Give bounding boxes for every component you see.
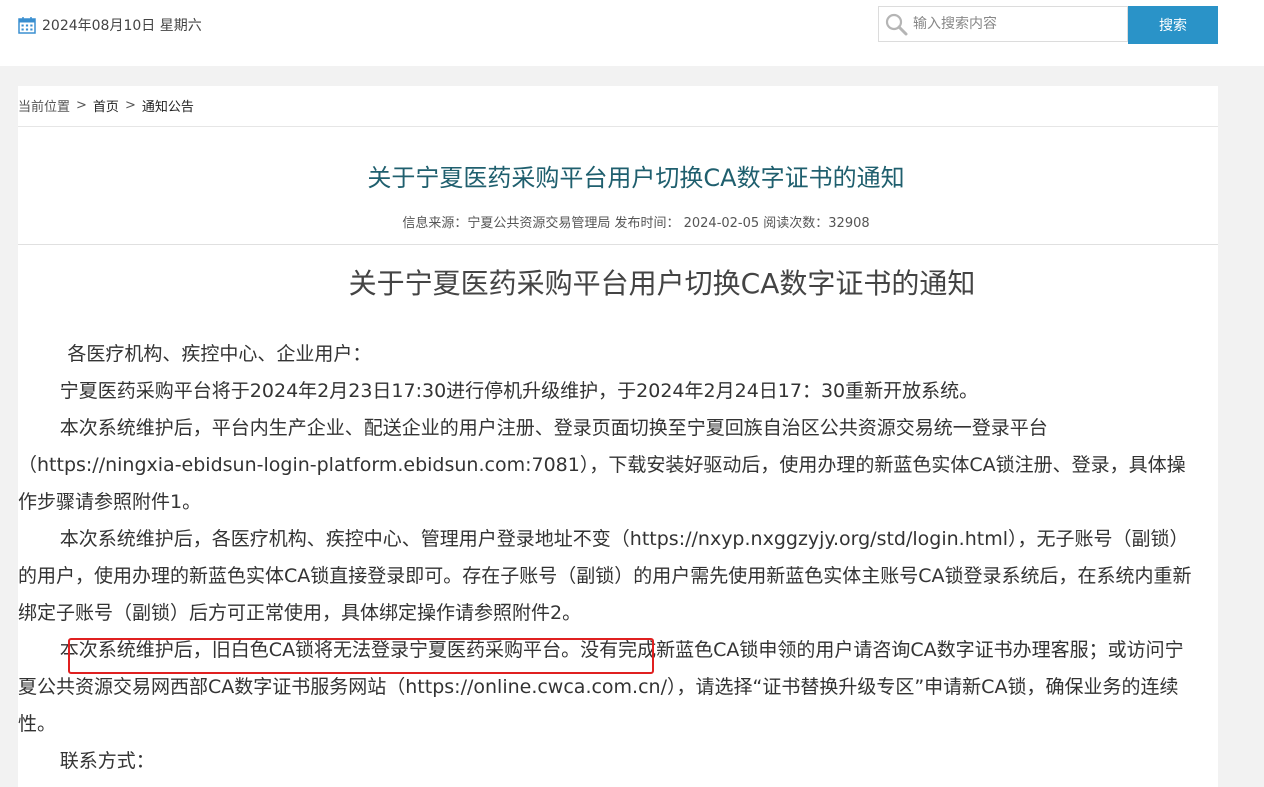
- breadcrumb-separator: >: [76, 98, 87, 113]
- breadcrumb-home-link[interactable]: 首页: [93, 96, 119, 115]
- article-meta: 信息来源：宁夏公共资源交易管理局 发布时间： 2024-02-05 阅读次数：3…: [402, 216, 870, 231]
- breadcrumb-divider: [18, 126, 1218, 127]
- paragraph-medical-login: 本次系统维护后，各医疗机构、疾控中心、管理用户登录地址不变（https://nx…: [18, 528, 1192, 624]
- breadcrumb-notices-link[interactable]: 通知公告: [142, 96, 194, 115]
- breadcrumb-prefix: 当前位置: [18, 100, 71, 115]
- header-divider: [18, 244, 1218, 245]
- search-button[interactable]: 搜索: [1128, 6, 1218, 44]
- main-content: 当前位置 > 首页 > 通知公告 关于宁夏医药采购平台用户切换CA数字证书的通知…: [18, 86, 1218, 787]
- article-title: 关于宁夏医药采购平台用户切换CA数字证书的通知: [367, 164, 905, 192]
- paragraph-maintenance: 宁夏医药采购平台将于2024年2月23日17:30进行停机升级维护，于2024年…: [59, 380, 979, 402]
- search-icon: [883, 11, 909, 37]
- top-bar: 2024年08月10日 星期六 搜索: [0, 0, 1264, 66]
- paragraph-enterprise-login: 本次系统维护后，平台内生产企业、配送企业的用户注册、登录页面切换至宁夏回族自治区…: [18, 417, 1186, 513]
- search-box: [878, 6, 1128, 42]
- paragraph-salutation: 各医疗机构、疾控中心、企业用户：: [67, 343, 372, 365]
- calendar-icon: [18, 16, 36, 34]
- breadcrumb-separator: >: [124, 98, 136, 113]
- date-display: 2024年08月10日 星期六: [18, 14, 202, 36]
- article-body: 各医疗机构、疾控中心、企业用户： 宁夏医药采购平台将于2024年2月23日17:…: [18, 336, 1196, 780]
- breadcrumb: 当前位置 > 首页 > 通知公告: [18, 96, 194, 115]
- paragraph-contact: 联系方式：: [59, 750, 155, 772]
- date-text: 2024年08月10日 星期六: [42, 18, 202, 34]
- search-input[interactable]: [913, 16, 1113, 32]
- content-title: 关于宁夏医药采购平台用户切换CA数字证书的通知: [348, 267, 976, 300]
- highlight-annotation-box: [68, 638, 654, 674]
